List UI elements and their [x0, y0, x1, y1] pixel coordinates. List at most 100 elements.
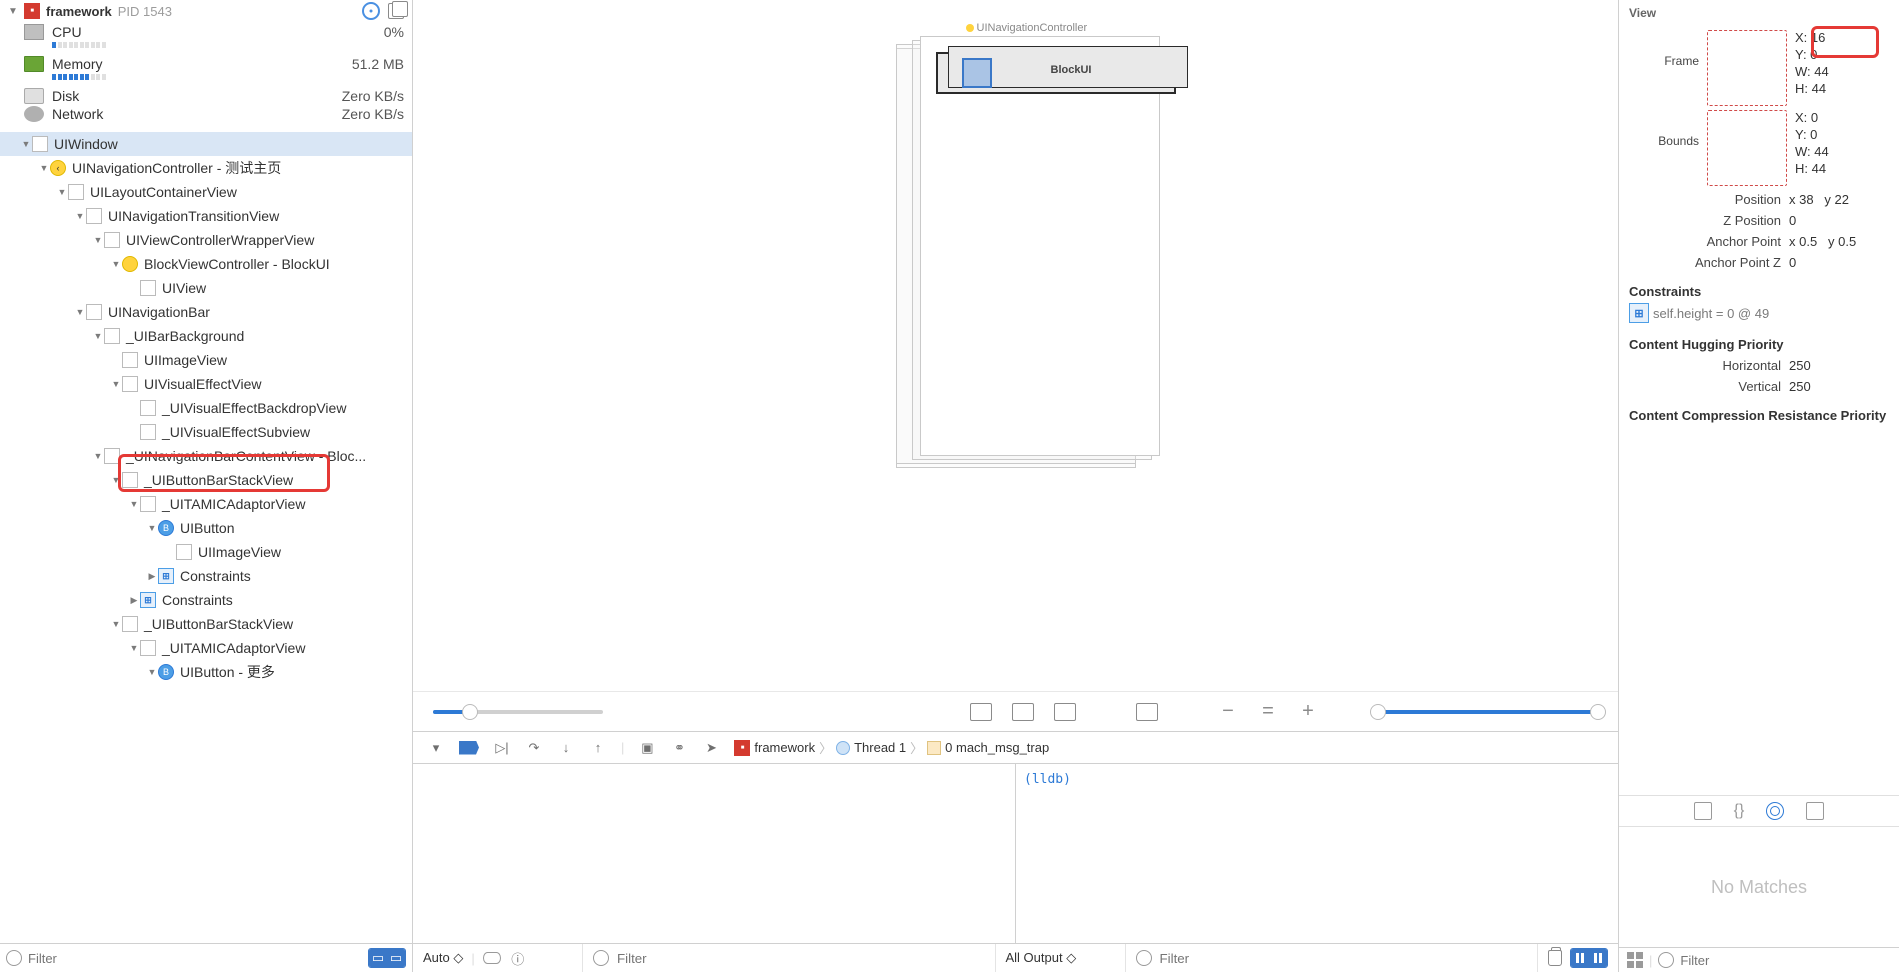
app-icon: ■	[734, 740, 750, 756]
disk-label: Disk	[52, 88, 79, 104]
node-uinavcontroller[interactable]: ▼‹UINavigationController - 测试主页	[0, 156, 412, 180]
wireframe-mode-icon[interactable]	[1054, 703, 1076, 721]
anchorz-row: Anchor Point Z 0	[1629, 255, 1889, 270]
zoom-actual-button[interactable]: =	[1258, 700, 1278, 723]
inspector-tabs: {}	[1619, 795, 1899, 827]
filter-icon[interactable]	[593, 950, 609, 966]
node-visualeffectsubview[interactable]: _UIVisualEffectSubview	[0, 420, 412, 444]
cpu-metric[interactable]: CPU 0%	[0, 22, 412, 40]
step-into-icon[interactable]: ↓	[557, 740, 575, 756]
variables-filter-input[interactable]	[617, 951, 985, 966]
network-value: Zero KB/s	[342, 106, 404, 122]
bounds-x: X: 0	[1795, 110, 1829, 125]
hug-h-row: Horizontal250	[1629, 358, 1889, 373]
zoom-out-button[interactable]: −	[1218, 700, 1238, 723]
view-hierarchy[interactable]: ▼UIWindow ▼‹UINavigationController - 测试主…	[0, 128, 412, 943]
node-tamicadaptor-1[interactable]: ▼_UITAMICAdaptorView	[0, 492, 412, 516]
console-bottom-bar: Auto ◇ | ⓘ All Output ◇	[413, 943, 1618, 972]
debug-navigator: ▼ ■ framework PID 1543 CPU 0% Memory 51.…	[0, 0, 413, 972]
hierarchy-filter-input[interactable]	[28, 951, 362, 966]
node-tamicadaptor-2[interactable]: ▼_UITAMICAdaptorView	[0, 636, 412, 660]
energy-gauge-icon[interactable]	[362, 2, 380, 20]
output-mode-select[interactable]: All Output ◇	[1006, 950, 1077, 966]
node-uibutton-1[interactable]: ▼BUIButton	[0, 516, 412, 540]
variables-scope-select[interactable]: Auto ◇	[423, 950, 463, 966]
filter-icon[interactable]	[6, 950, 22, 966]
console-pane-toggle[interactable]	[1570, 948, 1608, 968]
memory-metric[interactable]: Memory 51.2 MB	[0, 54, 412, 72]
network-icon	[24, 106, 44, 122]
view-debugger-canvas[interactable]: UINavigationController BlockUI	[413, 0, 1618, 691]
network-metric[interactable]: Network Zero KB/s	[0, 104, 412, 122]
print-description-icon[interactable]: ⓘ	[509, 950, 527, 966]
show-constraints-icon[interactable]	[1012, 703, 1034, 721]
node-navbarcontent[interactable]: ▼_UINavigationBarContentView - Bloc...	[0, 444, 412, 468]
node-buttonbarstack-1[interactable]: ▼_UIButtonBarStackView	[0, 468, 412, 492]
node-visualeffect[interactable]: ▼UIVisualEffectView	[0, 372, 412, 396]
console-output[interactable]: (lldb)	[1016, 764, 1618, 943]
hug-v-row: Vertical250	[1629, 379, 1889, 394]
canvas-toolbar: − = +	[413, 691, 1618, 731]
node-uiview[interactable]: UIView	[0, 276, 412, 300]
constraint-item[interactable]: ⊞ self.height = 0 @ 49	[1629, 303, 1889, 323]
continue-icon[interactable]: ▷|	[493, 740, 511, 756]
node-buttonbarstack-2[interactable]: ▼_UIButtonBarStackView	[0, 612, 412, 636]
size-inspector-tab-icon[interactable]	[1766, 802, 1784, 820]
orient-2d-icon[interactable]	[1136, 703, 1158, 721]
selected-view-highlight[interactable]	[962, 58, 992, 88]
memory-graph-icon[interactable]: ⚭	[670, 740, 688, 756]
view-inspector-tab-icon[interactable]	[1806, 802, 1824, 820]
visible-range-slider[interactable]	[1378, 710, 1598, 714]
disclosure-triangle-icon[interactable]: ▼	[8, 6, 18, 17]
library-no-matches: No Matches	[1619, 827, 1899, 947]
hide-debug-icon[interactable]: ▾	[427, 740, 445, 756]
show-clipped-icon[interactable]	[970, 703, 992, 721]
library-filter-bar: |	[1619, 947, 1899, 972]
variables-view[interactable]	[413, 764, 1016, 943]
process-row[interactable]: ▼ ■ framework PID 1543	[0, 0, 412, 22]
filter-icon[interactable]	[1136, 950, 1152, 966]
node-label: UIWindow	[54, 136, 118, 152]
console-filter-input[interactable]	[1160, 951, 1528, 966]
memory-value: 51.2 MB	[352, 56, 404, 72]
zoom-in-button[interactable]: +	[1298, 700, 1318, 723]
breakpoints-toggle-icon[interactable]	[459, 741, 479, 755]
node-label: UIButton	[180, 520, 234, 536]
hierarchy-display-toggle[interactable]: ▭▭	[368, 948, 406, 968]
node-uinavigationtransition[interactable]: ▼UINavigationTransitionView	[0, 204, 412, 228]
node-uinavbar[interactable]: ▼UINavigationBar	[0, 300, 412, 324]
quicklook-icon[interactable]	[483, 952, 501, 964]
node-blockvc[interactable]: ▼BlockViewController - BlockUI	[0, 252, 412, 276]
node-uilayoutcontainer[interactable]: ▼UILayoutContainerView	[0, 180, 412, 204]
step-out-icon[interactable]: ↑	[589, 740, 607, 756]
filter-icon[interactable]	[1658, 952, 1674, 968]
node-uivcwrapper[interactable]: ▼UIViewControllerWrapperView	[0, 228, 412, 252]
zposition-row: Z Position 0	[1629, 213, 1889, 228]
node-label: _UIVisualEffectSubview	[162, 424, 310, 440]
clear-console-icon[interactable]	[1548, 950, 1562, 966]
debug-breadcrumb[interactable]: ■ framework 〉 Thread 1 〉 0 mach_msg_trap	[734, 738, 1049, 757]
node-visualeffectbackdrop[interactable]: _UIVisualEffectBackdropView	[0, 396, 412, 420]
grid-view-icon[interactable]	[1627, 952, 1643, 968]
layer-spacing-slider[interactable]	[433, 710, 603, 714]
hierarchy-filter-bar: ▭▭	[0, 943, 412, 972]
step-over-icon[interactable]: ↷	[525, 740, 543, 756]
node-constraints-1[interactable]: ▶⊞Constraints	[0, 564, 412, 588]
node-uiimageview[interactable]: UIImageView	[0, 348, 412, 372]
open-in-new-icon[interactable]	[388, 3, 404, 19]
node-constraints-2[interactable]: ▶⊞Constraints	[0, 588, 412, 612]
vc-label: UINavigationController	[966, 22, 1088, 34]
node-uiimageview-2[interactable]: UIImageView	[0, 540, 412, 564]
file-inspector-tab-icon[interactable]	[1694, 802, 1712, 820]
process-pid: PID 1543	[118, 4, 172, 19]
library-filter-input[interactable]	[1680, 953, 1891, 968]
quick-help-tab-icon[interactable]: {}	[1734, 802, 1745, 820]
disk-metric[interactable]: Disk Zero KB/s	[0, 86, 412, 104]
node-uibutton-more[interactable]: ▼BUIButton - 更多	[0, 660, 412, 684]
node-uiwindow[interactable]: ▼UIWindow	[0, 132, 412, 156]
view-debug-icon[interactable]: ▣	[638, 740, 656, 756]
node-label: UIVisualEffectView	[144, 376, 262, 392]
location-icon[interactable]: ➤	[702, 740, 720, 756]
inspector-scroll[interactable]: Frame X: 16 Y: 0 W: 44 H: 44 Bounds X: 0…	[1619, 26, 1899, 795]
node-barbackground[interactable]: ▼_UIBarBackground	[0, 324, 412, 348]
